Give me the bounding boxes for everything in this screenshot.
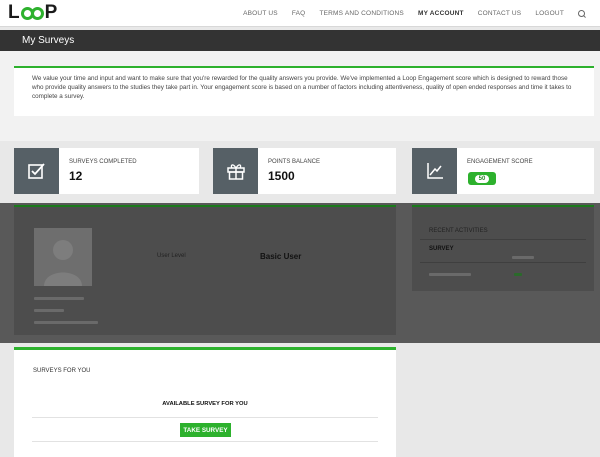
main-nav: ABOUT US FAQ TERMS AND CONDITIONS MY ACC… — [243, 0, 586, 27]
nav-terms[interactable]: TERMS AND CONDITIONS — [319, 10, 404, 17]
recent-divider — [420, 239, 586, 240]
profile-email-placeholder — [34, 321, 98, 324]
chart-trend-icon — [412, 148, 457, 194]
top-navigation-bar: L P ABOUT US FAQ TERMS AND CONDITIONS MY… — [0, 0, 600, 27]
recent-row-status — [514, 273, 522, 276]
points-balance-value: 1500 — [268, 169, 295, 183]
recent-row-placeholder — [512, 256, 534, 259]
avatar — [34, 228, 92, 286]
profile-name-placeholder — [34, 297, 84, 300]
profile-detail-placeholder — [34, 309, 64, 312]
page-title: My Surveys — [22, 35, 75, 46]
surveys-completed-card: SURVEYS COMPLETED 12 — [14, 148, 199, 194]
intro-panel: We value your time and input and want to… — [14, 66, 594, 116]
page-title-bar: My Surveys — [0, 30, 600, 51]
survey-divider — [32, 417, 378, 418]
check-icon — [14, 148, 59, 194]
nav-logout[interactable]: LOGOUT — [535, 10, 564, 17]
engagement-score-value: 50 — [474, 174, 490, 183]
nav-faq[interactable]: FAQ — [292, 10, 306, 17]
points-balance-card: POINTS BALANCE 1500 — [213, 148, 396, 194]
surveys-completed-label: SURVEYS COMPLETED — [69, 159, 137, 165]
user-level-label: User Level — [157, 253, 186, 259]
survey-divider — [32, 441, 378, 442]
recent-activities-title: RECENT ACTIVITIES — [429, 228, 488, 234]
surveys-completed-value: 12 — [69, 169, 83, 183]
search-icon[interactable] — [578, 9, 586, 18]
surveys-for-you-title: SURVEYS FOR YOU — [33, 368, 91, 374]
engagement-score-label: ENGAGEMENT SCORE — [467, 159, 533, 165]
recent-divider — [420, 262, 586, 263]
available-survey-label: AVAILABLE SURVEY FOR YOU — [162, 401, 248, 407]
nav-about-us[interactable]: ABOUT US — [243, 10, 278, 17]
gift-icon — [213, 148, 258, 194]
points-balance-label: POINTS BALANCE — [268, 159, 321, 165]
intro-text: We value your time and input and want to… — [32, 75, 572, 100]
nav-contact-us[interactable]: CONTACT US — [478, 10, 522, 17]
take-survey-button[interactable]: TAKE SURVEY — [180, 423, 231, 437]
engagement-score-badge: 50 — [468, 172, 496, 185]
user-level-value: Basic User — [260, 252, 302, 261]
loop-logo[interactable]: L P — [8, 2, 57, 23]
nav-my-account[interactable]: MY ACCOUNT — [418, 10, 464, 17]
recent-row-placeholder — [429, 273, 471, 276]
recent-column-survey: SURVEY — [429, 246, 454, 252]
logo-rings — [20, 6, 44, 20]
engagement-score-card: ENGAGEMENT SCORE 50 — [412, 148, 594, 194]
